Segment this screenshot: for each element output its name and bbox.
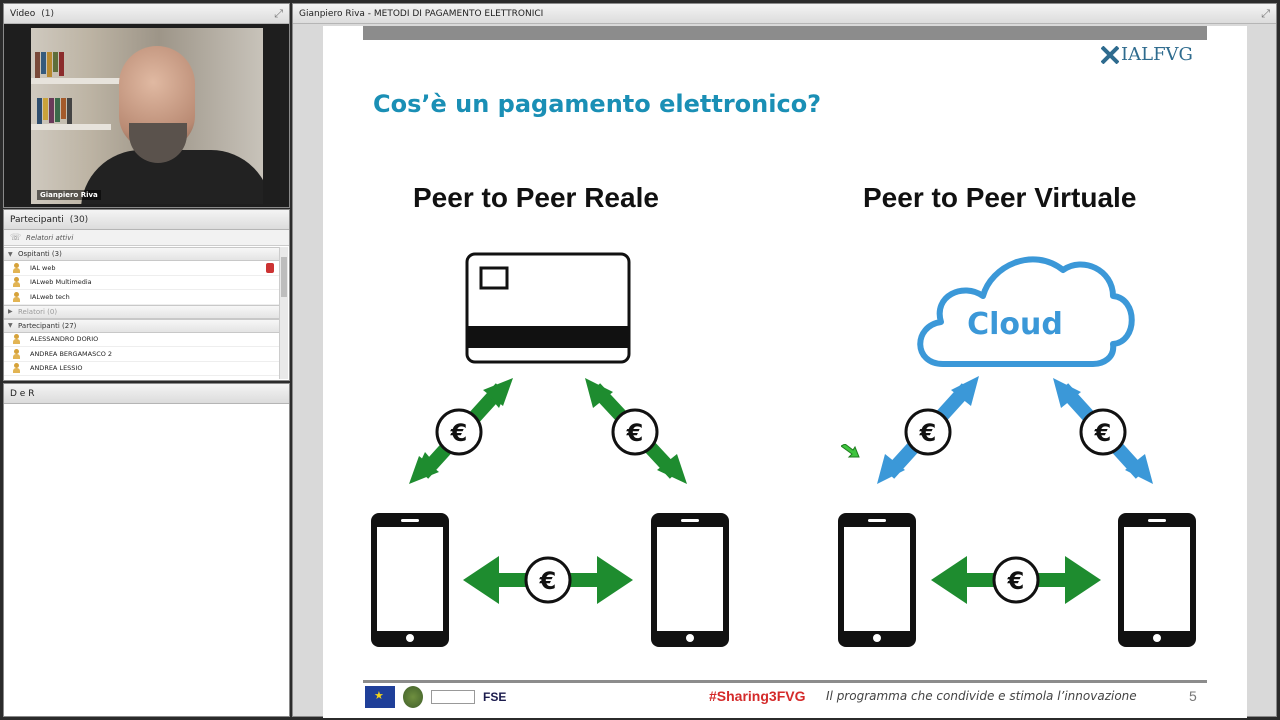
video-pod-header[interactable]: Video (1) ⤢ bbox=[4, 4, 289, 24]
speaker-icon: ☏ bbox=[10, 232, 22, 243]
scrollbar-thumb[interactable] bbox=[281, 257, 287, 297]
slide-top-bar bbox=[363, 26, 1207, 40]
fse-logo: FSE bbox=[483, 690, 507, 704]
svg-text:€: € bbox=[919, 419, 937, 447]
slide-title: Cos’è un pagamento elettronico? bbox=[373, 90, 822, 118]
participants-pod-title: Partecipanti bbox=[10, 214, 64, 225]
euro-icon: € bbox=[904, 408, 952, 456]
ialfvg-logo-mark-icon bbox=[1101, 45, 1119, 64]
list-item[interactable]: IALweb Multimedia bbox=[4, 276, 280, 290]
active-speakers-bar: ☏ Relatori attivi bbox=[4, 230, 289, 246]
list-item[interactable]: ANDREA LESSIO bbox=[4, 362, 280, 376]
euro-icon: € bbox=[524, 556, 572, 604]
euro-icon: € bbox=[435, 408, 483, 456]
slide-bottom-line bbox=[363, 680, 1207, 683]
notes-pod-title: D e R bbox=[10, 388, 35, 399]
chevron-down-icon[interactable]: ▼ bbox=[8, 322, 18, 329]
smartphone-icon bbox=[371, 513, 449, 647]
svg-text:€: € bbox=[539, 567, 557, 595]
left-heading: Peer to Peer Reale bbox=[413, 182, 659, 213]
books bbox=[35, 52, 64, 78]
participant-name: ALESSANDRO DORIO bbox=[30, 335, 99, 344]
participant-name: ANDREA BERGAMASCO 2 bbox=[30, 349, 113, 358]
cloud-icon: Cloud bbox=[917, 256, 1135, 367]
smartphone-icon bbox=[838, 513, 916, 647]
chevron-right-icon[interactable]: ▶ bbox=[8, 308, 18, 315]
logo-text: IALFVG bbox=[1121, 44, 1193, 65]
list-item[interactable]: ALESSANDRO DORIO bbox=[4, 333, 280, 347]
participants-pod: Partecipanti (30) ☏ Relatori attivi ▼ Os… bbox=[3, 209, 290, 381]
share-pod-title: Gianpiero Riva - METODI DI PAGAMENTO ELE… bbox=[299, 8, 544, 19]
user-icon bbox=[12, 277, 22, 288]
euro-icon: € bbox=[1079, 408, 1127, 456]
list-item[interactable]: IALweb tech bbox=[4, 290, 280, 305]
svg-text:€: € bbox=[450, 419, 468, 447]
slide-page-number: 5 bbox=[1189, 688, 1197, 704]
svg-text:€: € bbox=[626, 419, 644, 447]
user-icon bbox=[12, 363, 22, 374]
svg-text:€: € bbox=[1007, 567, 1025, 595]
eu-flag-icon bbox=[365, 686, 395, 708]
participants-pod-header[interactable]: Partecipanti (30) bbox=[4, 210, 289, 230]
bookshelf bbox=[31, 124, 111, 130]
chevron-down-icon[interactable]: ▼ bbox=[8, 251, 18, 258]
group-label: Partecipanti (27) bbox=[18, 321, 77, 330]
user-icon bbox=[12, 334, 22, 345]
group-label: Relatori (0) bbox=[18, 307, 58, 316]
group-header-participants[interactable]: ▼ Partecipanti (27) bbox=[4, 318, 280, 333]
user-icon bbox=[12, 262, 22, 273]
video-pod-count: (1) bbox=[41, 8, 54, 19]
cloud-label: Cloud bbox=[967, 307, 1063, 342]
participant-name: IALweb Multimedia bbox=[30, 278, 92, 287]
participants-count: (30) bbox=[69, 214, 89, 225]
right-heading: Peer to Peer Virtuale bbox=[863, 182, 1137, 213]
notes-pod-header[interactable]: D e R bbox=[4, 384, 289, 404]
list-item[interactable]: IAL web bbox=[4, 261, 280, 276]
footer-tagline: Il programma che condivide e stimola l’i… bbox=[826, 689, 1137, 703]
webcam-name-label: Gianpiero Riva bbox=[37, 190, 101, 200]
group-header-hosts[interactable]: ▼ Ospitanti (3) bbox=[4, 247, 280, 261]
participant-name: IAL web bbox=[30, 263, 56, 272]
euro-icon: € bbox=[992, 556, 1040, 604]
ialfvg-logo: IALFVG bbox=[1101, 44, 1193, 65]
fvg-region-logo bbox=[431, 690, 475, 704]
notes-pod: D e R bbox=[3, 383, 290, 717]
group-header-speakers[interactable]: ▶ Relatori (0) bbox=[4, 304, 280, 319]
smartphone-icon bbox=[651, 513, 729, 647]
expand-icon[interactable]: ⤢ bbox=[1261, 7, 1270, 21]
smartphone-icon bbox=[1118, 513, 1196, 647]
bookshelf bbox=[31, 78, 121, 84]
books bbox=[37, 98, 72, 124]
participants-scrollbar[interactable] bbox=[279, 247, 288, 379]
video-pod-title: Video bbox=[10, 8, 36, 19]
payment-diagram: Cloud € € € € € € bbox=[371, 252, 1196, 647]
share-pod: Gianpiero Riva - METODI DI PAGAMENTO ELE… bbox=[292, 3, 1277, 718]
video-pod: Video (1) ⤢ Gianpiero Riva bbox=[3, 3, 290, 208]
group-label: Ospitanti (3) bbox=[18, 250, 62, 258]
webcam-video: Gianpiero Riva bbox=[31, 28, 263, 204]
participants-list: ▼ Ospitanti (3) IAL web IALweb Multimedi… bbox=[4, 247, 280, 376]
pointer-arrow-icon bbox=[841, 444, 860, 458]
expand-icon[interactable]: ⤢ bbox=[274, 7, 283, 21]
svg-text:€: € bbox=[1094, 419, 1112, 447]
user-icon bbox=[12, 291, 22, 302]
footer-hashtag: #Sharing3FVG bbox=[709, 688, 806, 704]
user-icon bbox=[12, 348, 22, 359]
footer-logos: FSE bbox=[365, 686, 506, 708]
presentation-slide: IALFVG Cos’è un pagamento elettronico? P… bbox=[323, 26, 1247, 718]
italy-emblem-icon bbox=[403, 686, 423, 708]
active-speakers-label: Relatori attivi bbox=[26, 233, 74, 242]
share-pod-header[interactable]: Gianpiero Riva - METODI DI PAGAMENTO ELE… bbox=[293, 4, 1276, 24]
list-item[interactable]: ANDREA BERGAMASCO 2 bbox=[4, 347, 280, 362]
microphone-icon[interactable] bbox=[266, 263, 274, 273]
webcam-area: Gianpiero Riva bbox=[4, 24, 289, 207]
credit-card-icon bbox=[465, 252, 631, 364]
participant-name: IALweb tech bbox=[30, 292, 70, 301]
participant-name: ANDREA LESSIO bbox=[30, 364, 83, 373]
euro-icon: € bbox=[611, 408, 659, 456]
